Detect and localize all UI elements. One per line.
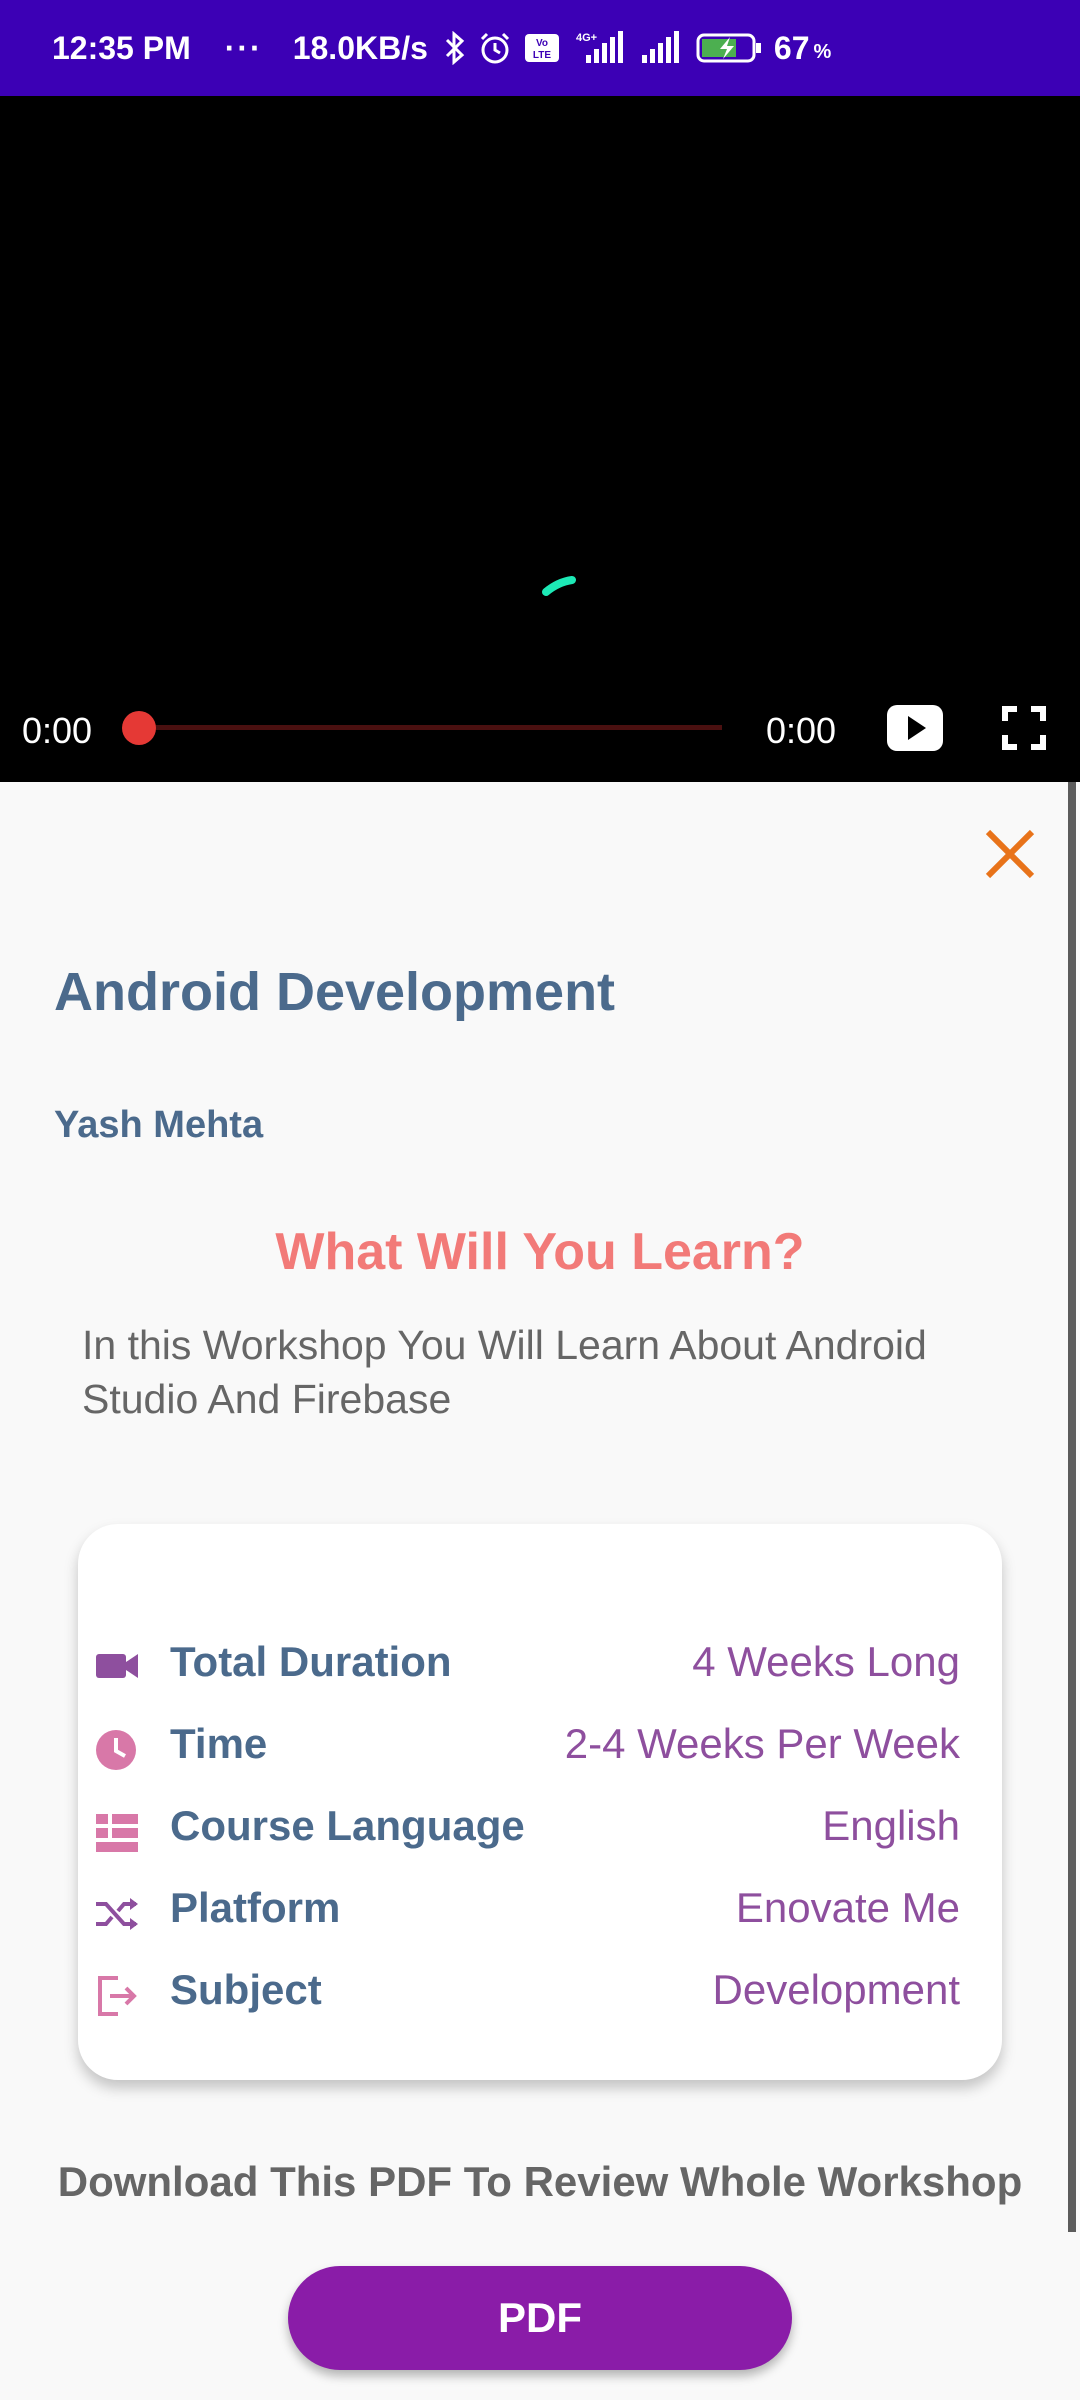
status-bar: 12:35 PM ··· 18.0KB/s Vo LTE 4G+ 67 % <box>0 0 1080 96</box>
total-time: 0:00 <box>766 710 837 751</box>
video-player[interactable] <box>0 96 1080 782</box>
signal-icon <box>640 31 684 65</box>
bluetooth-icon <box>444 31 466 65</box>
detail-row-language: Course Language English <box>78 1798 1002 1860</box>
detail-value: English <box>822 1802 960 1849</box>
detail-label: Time <box>170 1720 268 1767</box>
seek-thumb[interactable] <box>122 711 156 745</box>
detail-value: 4 Weeks Long <box>692 1638 960 1685</box>
svg-text:LTE: LTE <box>533 50 551 61</box>
detail-value: Enovate Me <box>735 1884 960 1931</box>
svg-text:4G+: 4G+ <box>576 32 597 44</box>
seek-bar[interactable] <box>138 725 722 730</box>
play-icon <box>887 705 943 751</box>
detail-value: 2-4 Weeks Per Week <box>564 1720 960 1767</box>
learn-description: In this Workshop You Will Learn About An… <box>82 1322 927 1422</box>
learn-heading: What Will You Learn? <box>275 1223 805 1281</box>
status-time: 12:35 PM <box>52 29 191 66</box>
clock-icon <box>94 1728 142 1777</box>
detail-value: Development <box>712 1966 960 2013</box>
loading-spinner <box>542 568 578 603</box>
course-details-card: Total Duration 4 Weeks Long Time 2-4 Wee… <box>78 1524 1002 2080</box>
battery-charging-icon <box>696 31 762 65</box>
detail-label: Total Duration <box>170 1638 452 1685</box>
close-button[interactable] <box>982 826 1038 887</box>
scrollbar[interactable] <box>1068 782 1076 2232</box>
download-prompt: Download This PDF To Review Whole Worksh… <box>57 2158 1023 2205</box>
detail-label: Platform <box>170 1884 341 1931</box>
video-camera-icon <box>94 1646 142 1691</box>
more-notifications-icon: ··· <box>224 29 263 66</box>
battery-percent: 67 <box>773 29 810 66</box>
fullscreen-icon <box>1002 706 1046 750</box>
detail-row-subject: Subject Development <box>78 1962 1002 2024</box>
course-title: Android Development <box>54 962 616 1022</box>
detail-row-duration: Total Duration 4 Weeks Long <box>78 1634 1002 1696</box>
shuffle-icon <box>94 1892 142 1941</box>
detail-row-platform: Platform Enovate Me <box>78 1880 1002 1942</box>
pdf-button[interactable]: PDF <box>288 2266 792 2370</box>
svg-text:Vo: Vo <box>536 38 548 49</box>
detail-label: Subject <box>170 1966 322 2013</box>
detail-row-time: Time 2-4 Weeks Per Week <box>78 1716 1002 1778</box>
network-speed: 18.0KB/s <box>292 29 428 66</box>
signal-4g-icon: 4G+ <box>572 31 628 65</box>
play-button[interactable] <box>886 704 944 757</box>
battery-unit: % <box>813 40 832 63</box>
current-time: 0:00 <box>22 710 93 751</box>
course-author: Yash Mehta <box>54 1104 264 1146</box>
logout-icon <box>94 1974 142 2023</box>
list-icon <box>94 1810 142 1859</box>
volte-icon: Vo LTE <box>524 33 560 63</box>
close-icon <box>985 829 1035 879</box>
fullscreen-button[interactable] <box>1002 706 1046 755</box>
detail-label: Course Language <box>170 1802 525 1849</box>
alarm-icon <box>478 31 512 65</box>
